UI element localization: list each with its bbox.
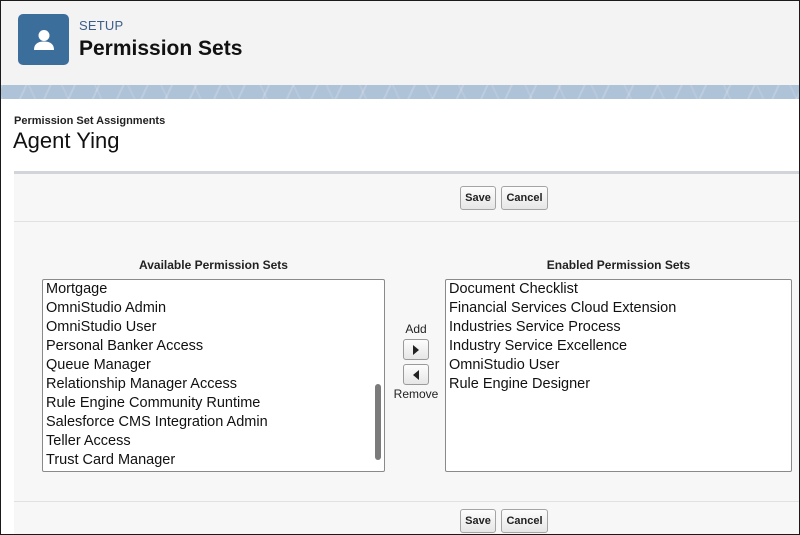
available-list-option[interactable]: Mortgage [43,280,384,299]
available-list-option[interactable]: Teller Access [43,432,384,451]
arrow-left-icon [413,369,419,380]
top-button-bar: Save Cancel [14,174,799,222]
cancel-button-top[interactable]: Cancel [501,186,548,210]
setup-label: SETUP [79,18,124,33]
arrow-right-icon [413,344,419,355]
assignment-label: Permission Set Assignments [14,115,166,127]
decorative-banner [1,85,799,99]
enabled-heading: Enabled Permission Sets [546,258,691,272]
enabled-list-option[interactable]: Industry Service Excellence [446,337,791,356]
user-name: Agent Ying [13,128,120,153]
available-list-option[interactable]: Queue Manager [43,356,384,375]
enabled-list[interactable]: Document Checklist Financial Services Clo… [445,279,792,472]
cancel-button-bottom[interactable]: Cancel [501,509,548,533]
add-button[interactable] [403,339,429,360]
available-list-option[interactable]: Personal Banker Access [43,337,384,356]
available-list-option[interactable]: Salesforce CMS Integration Admin [43,413,384,432]
user-icon-glyph [33,29,54,50]
assignment-panel: Save Cancel Available Permission Sets En… [14,171,799,534]
enabled-list-option[interactable]: Rule Engine Designer [446,375,791,394]
remove-label: Remove [393,387,439,401]
page-header: SETUP Permission Sets [1,1,799,85]
available-list-option[interactable]: Rule Engine Community Runtime [43,394,384,413]
available-list-option[interactable]: Relationship Manager Access [43,375,384,394]
enabled-list-option[interactable]: Financial Services Cloud Extension [446,299,791,318]
bottom-button-bar: Save Cancel [14,501,799,534]
save-button-bottom[interactable]: Save [460,509,496,533]
available-heading: Available Permission Sets [139,258,288,272]
available-list[interactable]: Mortgage OmniStudio Admin OmniStudio User P… [42,279,385,472]
save-button-top[interactable]: Save [460,186,496,210]
available-list-option[interactable]: OmniStudio Admin [43,299,384,318]
available-list-option[interactable]: Trust Card Manager [43,451,384,470]
enabled-list-option[interactable]: Document Checklist [446,280,791,299]
available-list-option[interactable]: OmniStudio User [43,318,384,337]
remove-button[interactable] [403,364,429,385]
page-frame: SETUP Permission Sets Permission Set Ass… [0,0,800,535]
add-label: Add [405,322,427,336]
enabled-list-option[interactable]: OmniStudio User [446,356,791,375]
available-list-scrollbar[interactable] [375,384,381,460]
enabled-list-option[interactable]: Industries Service Process [446,318,791,337]
user-icon [18,14,69,65]
page-title: Permission Sets [79,37,243,60]
